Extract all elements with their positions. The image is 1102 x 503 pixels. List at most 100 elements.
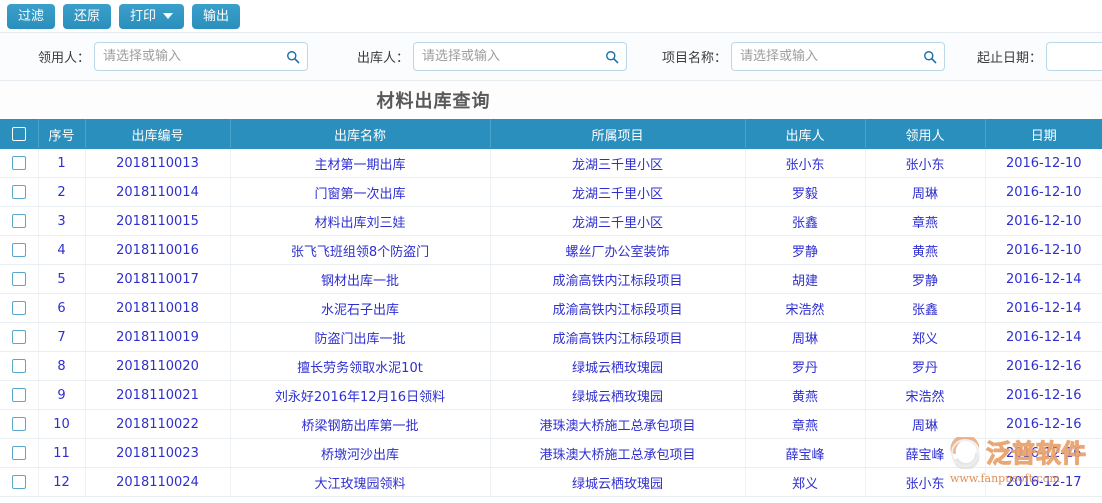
col-header-index[interactable]: 序号 [38,119,86,149]
table-row[interactable]: 4 2018110016 张飞飞班组领8个防盗门 螺丝厂办公室装饰 罗静 黄燕 2016-1… [0,235,1102,265]
reset-button[interactable]: 还原 [63,3,112,29]
cell-receiver: 宋浩然 [865,380,986,410]
row-checkbox[interactable] [11,301,26,315]
row-checkbox-cell[interactable] [0,409,39,439]
col-header-receiver[interactable]: 领用人 [865,119,986,149]
col-header-date[interactable]: 日期 [985,119,1102,149]
cell-issuer: 罗毅 [745,177,866,207]
filter-project-field[interactable] [731,42,946,71]
cell-index: 4 [38,235,86,265]
cell-issuer: 胡建 [745,264,866,294]
row-checkbox[interactable] [11,272,26,286]
search-icon[interactable] [605,50,619,64]
row-checkbox[interactable] [11,214,26,228]
cell-receiver: 周琳 [865,409,986,439]
table-row[interactable]: 2 2018110014 门窗第一次出库 龙湖三千里小区 罗毅 周琳 2016-12-10 [0,177,1102,207]
row-checkbox[interactable] [11,330,26,344]
row-checkbox-cell[interactable] [0,148,39,178]
export-button[interactable]: 输出 [192,3,241,29]
cell-receiver: 章燕 [865,206,986,236]
row-checkbox[interactable] [11,243,26,257]
cell-project: 港珠澳大桥施工总承包项目 [490,409,746,439]
select-all-checkbox[interactable] [11,127,26,141]
filter-button-label: 过滤 [18,8,45,24]
cell-name: 刘永好2016年12月16日领料 [230,380,491,410]
row-checkbox-cell[interactable] [0,206,39,236]
cell-date: 2016-12-14 [985,293,1102,323]
cell-index: 10 [38,409,86,439]
print-button[interactable]: 打印 [119,3,185,29]
row-checkbox-cell[interactable] [0,351,39,381]
table-row[interactable]: 3 2018110015 材料出库刘三娃 龙湖三千里小区 张鑫 章燕 2016-12-10 [0,206,1102,236]
cell-project: 绿城云栖玫瑰园 [490,467,746,497]
cell-project: 龙湖三千里小区 [490,148,746,178]
search-icon[interactable] [923,50,937,64]
cell-index: 2 [38,177,86,207]
row-checkbox[interactable] [11,475,26,489]
col-header-code[interactable]: 出库编号 [85,119,231,149]
row-checkbox[interactable] [11,359,26,373]
receiver-input[interactable] [95,43,308,70]
cell-issuer: 郑义 [745,467,866,497]
row-checkbox-cell[interactable] [0,264,39,294]
row-checkbox-cell[interactable] [0,293,39,323]
select-all-header[interactable] [0,119,39,149]
table-row[interactable]: 8 2018110020 擅长劳务领取水泥10t 绿城云栖玫瑰园 罗丹 罗丹 2016-12… [0,351,1102,381]
title-bar: 材料出库查询 [0,81,1102,119]
row-checkbox-cell[interactable] [0,380,39,410]
table-row[interactable]: 11 2018110023 桥墩河沙出库 港珠澳大桥施工总承包项目 薛宝峰 薛宝峰 2016… [0,438,1102,468]
row-checkbox-cell[interactable] [0,177,39,207]
cell-code: 2018110023 [85,438,231,468]
filter-daterange-field[interactable] [1046,42,1102,71]
project-input[interactable] [732,43,945,70]
cell-issuer: 宋浩然 [745,293,866,323]
cell-project: 绿城云栖玫瑰园 [490,351,746,381]
table-row[interactable]: 1 2018110013 主材第一期出库 龙湖三千里小区 张小东 张小东 2016-12-1… [0,148,1102,178]
filter-issuer-field[interactable] [413,42,628,71]
cell-receiver: 薛宝峰 [865,438,986,468]
cell-index: 3 [38,206,86,236]
row-checkbox-cell[interactable] [0,235,39,265]
cell-issuer: 罗丹 [745,351,866,381]
row-checkbox[interactable] [11,446,26,460]
issuer-input[interactable] [414,43,627,70]
row-checkbox-cell[interactable] [0,322,39,352]
cell-issuer: 罗静 [745,235,866,265]
cell-code: 2018110020 [85,351,231,381]
cell-code: 2018110017 [85,264,231,294]
table-row[interactable]: 9 2018110021 刘永好2016年12月16日领料 绿城云栖玫瑰园 黄燕 宋浩然 2… [0,380,1102,410]
table-row[interactable]: 7 2018110019 防盗门出库一批 成渝高铁内江标段项目 周琳 郑义 2016-12-… [0,322,1102,352]
search-icon[interactable] [286,50,300,64]
cell-code: 2018110024 [85,467,231,497]
row-checkbox[interactable] [11,417,26,431]
cell-project: 龙湖三千里小区 [490,206,746,236]
col-header-project[interactable]: 所属项目 [490,119,746,149]
table-row[interactable]: 6 2018110018 水泥石子出库 成渝高铁内江标段项目 宋浩然 张鑫 2016-12-… [0,293,1102,323]
cell-receiver: 黄燕 [865,235,986,265]
row-checkbox-cell[interactable] [0,438,39,468]
cell-index: 8 [38,351,86,381]
filter-button[interactable]: 过滤 [7,3,56,29]
cell-date: 2016-12-10 [985,177,1102,207]
row-checkbox-cell[interactable] [0,467,39,497]
col-header-name[interactable]: 出库名称 [230,119,491,149]
cell-issuer: 薛宝峰 [745,438,866,468]
cell-date: 2016-12-16 [985,409,1102,439]
filter-issuer: 出库人： [357,42,628,71]
daterange-input[interactable] [1047,43,1102,70]
row-checkbox[interactable] [11,156,26,170]
cell-code: 2018110016 [85,235,231,265]
table-body: 1 2018110013 主材第一期出库 龙湖三千里小区 张小东 张小东 2016-12-1… [0,148,1102,497]
table-row[interactable]: 12 2018110024 大江玫瑰园领料 绿城云栖玫瑰园 郑义 张小东 2016-12-1… [0,467,1102,497]
cell-code: 2018110014 [85,177,231,207]
col-header-issuer[interactable]: 出库人 [745,119,866,149]
row-checkbox[interactable] [11,388,26,402]
cell-date: 2016-12-14 [985,264,1102,294]
filter-receiver-field[interactable] [94,42,309,71]
table-row[interactable]: 5 2018110017 钢材出库一批 成渝高铁内江标段项目 胡建 罗静 2016-12-1… [0,264,1102,294]
cell-issuer: 张小东 [745,148,866,178]
table-row[interactable]: 10 2018110022 桥梁钢筋出库第一批 港珠澳大桥施工总承包项目 章燕 周琳 201… [0,409,1102,439]
filter-project: 项目名称： [662,42,946,71]
chevron-down-icon [163,13,174,19]
row-checkbox[interactable] [11,185,26,199]
